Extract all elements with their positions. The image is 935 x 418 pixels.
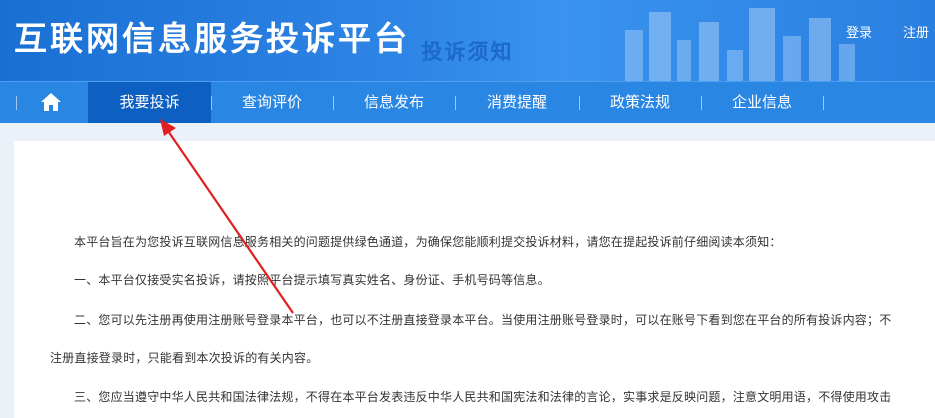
main-nav: 我要投诉 查询评价 信息发布 消费提醒 政策法规 企业信息 [0, 81, 935, 123]
nav-item-info[interactable]: 信息发布 [333, 82, 455, 123]
nav-divider [823, 96, 824, 110]
notice-title: 投诉须知 [421, 40, 514, 64]
home-icon [41, 93, 61, 111]
notice-paragraph: 本平台旨在为您投诉互联网信息服务相关的问题提供绿色通道，为确保您能顺利提交投诉材… [74, 235, 782, 249]
nav-item-policy[interactable]: 政策法规 [579, 82, 701, 123]
notice-paragraph: 一、本平台仅接受实名投诉，请按照平台提示填写真实姓名、身份证、手机号码等信息。 [74, 273, 550, 287]
notice-paragraph: 二、您可以先注册再使用注册账号登录本平台，也可以不注册直接登录本平台。当使用注册… [74, 313, 892, 327]
nav-item-query[interactable]: 查询评价 [211, 82, 333, 123]
notice-paragraph: 三、您应当遵守中华人民共和国法律法规，不得在本平台发表违反中华人民共和国宪法和法… [74, 390, 892, 404]
nav-item-consumer-alert[interactable]: 消费提醒 [455, 82, 579, 123]
nav-item-enterprise[interactable]: 企业信息 [701, 82, 823, 123]
nav-divider [16, 96, 17, 110]
nav-home[interactable] [22, 82, 80, 123]
notice-paragraph: 注册直接登录时，只能看到本次投诉的有关内容。 [50, 351, 319, 365]
nav-item-complaint[interactable]: 我要投诉 [88, 82, 211, 123]
